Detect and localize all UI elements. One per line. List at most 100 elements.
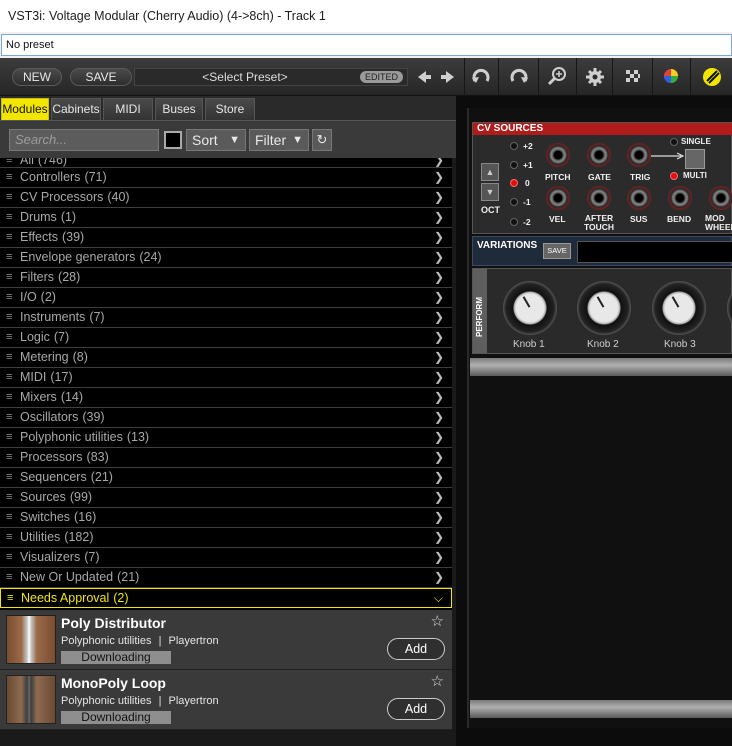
color-swatch-button[interactable] (164, 131, 182, 149)
drag-handle-icon[interactable]: ≡ (6, 158, 12, 166)
prev-preset-arrow-icon[interactable] (410, 64, 436, 90)
tab-buses[interactable]: Buses (155, 98, 203, 120)
favorite-star-icon[interactable]: ☆ (431, 672, 444, 690)
pitch-jack[interactable] (546, 143, 570, 167)
next-preset-arrow-icon[interactable] (436, 64, 462, 90)
new-button[interactable]: NEW (12, 68, 62, 86)
drag-handle-icon[interactable]: ≡ (6, 228, 12, 247)
drag-handle-icon[interactable]: ≡ (6, 288, 12, 307)
drag-handle-icon[interactable]: ≡ (6, 248, 12, 267)
drag-handle-icon[interactable]: ≡ (6, 528, 12, 547)
category-item[interactable]: ≡ I/O (2) ❯ (0, 288, 452, 308)
search-input[interactable]: Search... (9, 129, 159, 151)
category-item[interactable]: ≡ Utilities (182) ❯ (0, 528, 452, 548)
category-item[interactable]: ≡ Visualizers (7) ❯ (0, 548, 452, 568)
gate-jack[interactable] (587, 143, 611, 167)
drag-handle-icon[interactable]: ≡ (6, 508, 12, 527)
save-button[interactable]: SAVE (70, 68, 132, 86)
drag-handle-icon[interactable]: ≡ (6, 428, 12, 447)
grid-icon[interactable] (620, 64, 646, 90)
category-name: Utilities (20, 530, 61, 544)
preset-selector[interactable]: <Select Preset> EDITED (134, 68, 408, 86)
category-count: (1) (60, 210, 77, 224)
variation-save-button[interactable]: SAVE (543, 243, 571, 259)
sort-dropdown[interactable]: Sort ▼ (186, 129, 246, 151)
drag-handle-icon[interactable]: ≡ (6, 488, 12, 507)
category-item[interactable]: ≡ Filters (28) ❯ (0, 268, 452, 288)
category-item[interactable]: ≡ Sequencers (21) ❯ (0, 468, 452, 488)
chevron-right-icon: ❯ (433, 210, 444, 224)
drag-handle-icon[interactable]: ≡ (6, 208, 12, 227)
category-item[interactable]: ≡ Drums (1) ❯ (0, 208, 452, 228)
redo-icon[interactable] (506, 64, 532, 90)
category-item[interactable]: ≡ Oscillators (39) ❯ (0, 408, 452, 428)
variation-name-field[interactable] (577, 241, 732, 263)
category-item[interactable]: ≡ Mixers (14) ❯ (0, 388, 452, 408)
mode-switch[interactable] (685, 149, 705, 169)
tab-store[interactable]: Store (205, 98, 255, 120)
drag-handle-icon[interactable]: ≡ (6, 168, 12, 187)
category-count: (40) (107, 190, 130, 204)
drag-handle-icon[interactable]: ≡ (6, 188, 12, 207)
zoom-icon[interactable] (544, 64, 570, 90)
category-count: (99) (69, 490, 93, 504)
category-item[interactable]: ≡ Polyphonic utilities (13) ❯ (0, 428, 452, 448)
category-item[interactable]: ≡ MIDI (17) ❯ (0, 368, 452, 388)
category-count: (39) (61, 230, 85, 244)
tab-modules[interactable]: Modules (1, 98, 49, 120)
category-item[interactable]: ≡ Switches (16) ❯ (0, 508, 452, 528)
oct-down-button[interactable]: ▼ (481, 183, 499, 201)
preset-field[interactable]: No preset (1, 34, 732, 56)
drag-handle-icon[interactable]: ≡ (6, 348, 12, 367)
add-module-button[interactable]: Add (387, 638, 445, 660)
drag-handle-icon[interactable]: ≡ (6, 268, 12, 287)
category-item[interactable]: ≡ Logic (7) ❯ (0, 328, 452, 348)
category-item[interactable]: ≡ Envelope generators (24) ❯ (0, 248, 452, 268)
filter-dropdown[interactable]: Filter ▼ (249, 129, 309, 151)
bend-jack[interactable] (668, 186, 692, 210)
undo-icon[interactable] (468, 64, 494, 90)
drag-handle-icon[interactable]: ≡ (7, 589, 13, 608)
category-item[interactable]: ≡ Needs Approval (2) ⌵ (0, 588, 452, 608)
tab-cabinets[interactable]: Cabinets (51, 98, 101, 120)
drag-handle-icon[interactable]: ≡ (6, 368, 12, 387)
add-module-button[interactable]: Add (387, 698, 445, 720)
knob-2[interactable] (577, 281, 631, 335)
category-item[interactable]: ≡ New Or Updated (21) ❯ (0, 568, 452, 588)
oct-up-button[interactable]: ▲ (481, 163, 499, 181)
drag-handle-icon[interactable]: ≡ (6, 388, 12, 407)
drag-handle-icon[interactable]: ≡ (6, 468, 12, 487)
drag-handle-icon[interactable]: ≡ (6, 308, 12, 327)
category-item[interactable]: ≡ All (746) ❯ (0, 158, 452, 168)
gear-icon[interactable] (582, 64, 608, 90)
color-wheel-icon[interactable] (658, 64, 684, 90)
drag-handle-icon[interactable]: ≡ (6, 548, 12, 567)
category-item[interactable]: ≡ Metering (8) ❯ (0, 348, 452, 368)
category-name: Controllers (20, 170, 81, 184)
module-author: Playertron (168, 695, 219, 707)
knob-3[interactable] (652, 281, 706, 335)
module-card[interactable]: MonoPoly Loop Polyphonic utilities | Pla… (0, 670, 452, 730)
knob-4[interactable] (727, 281, 732, 335)
favorite-star-icon[interactable]: ☆ (431, 612, 444, 630)
refresh-icon[interactable]: ↻ (312, 129, 332, 151)
category-item[interactable]: ≡ CV Processors (40) ❯ (0, 188, 452, 208)
sus-jack[interactable] (627, 186, 651, 210)
module-card[interactable]: Poly Distributor Polyphonic utilities | … (0, 610, 452, 670)
tab-midi[interactable]: MIDI (103, 98, 153, 120)
cherry-logo-icon[interactable] (699, 64, 725, 90)
vel-jack[interactable] (546, 186, 570, 210)
drag-handle-icon[interactable]: ≡ (6, 328, 12, 347)
knob-1[interactable] (503, 281, 557, 335)
drag-handle-icon[interactable]: ≡ (6, 408, 12, 427)
category-item[interactable]: ≡ Controllers (71) ❯ (0, 168, 452, 188)
mod-wheel-jack[interactable] (709, 186, 732, 210)
drag-handle-icon[interactable]: ≡ (6, 448, 12, 467)
trig-jack[interactable] (627, 143, 651, 167)
category-item[interactable]: ≡ Effects (39) ❯ (0, 228, 452, 248)
category-item[interactable]: ≡ Instruments (7) ❯ (0, 308, 452, 328)
aftertouch-jack[interactable] (587, 186, 611, 210)
category-item[interactable]: ≡ Sources (99) ❯ (0, 488, 452, 508)
drag-handle-icon[interactable]: ≡ (6, 568, 12, 587)
category-item[interactable]: ≡ Processors (83) ❯ (0, 448, 452, 468)
